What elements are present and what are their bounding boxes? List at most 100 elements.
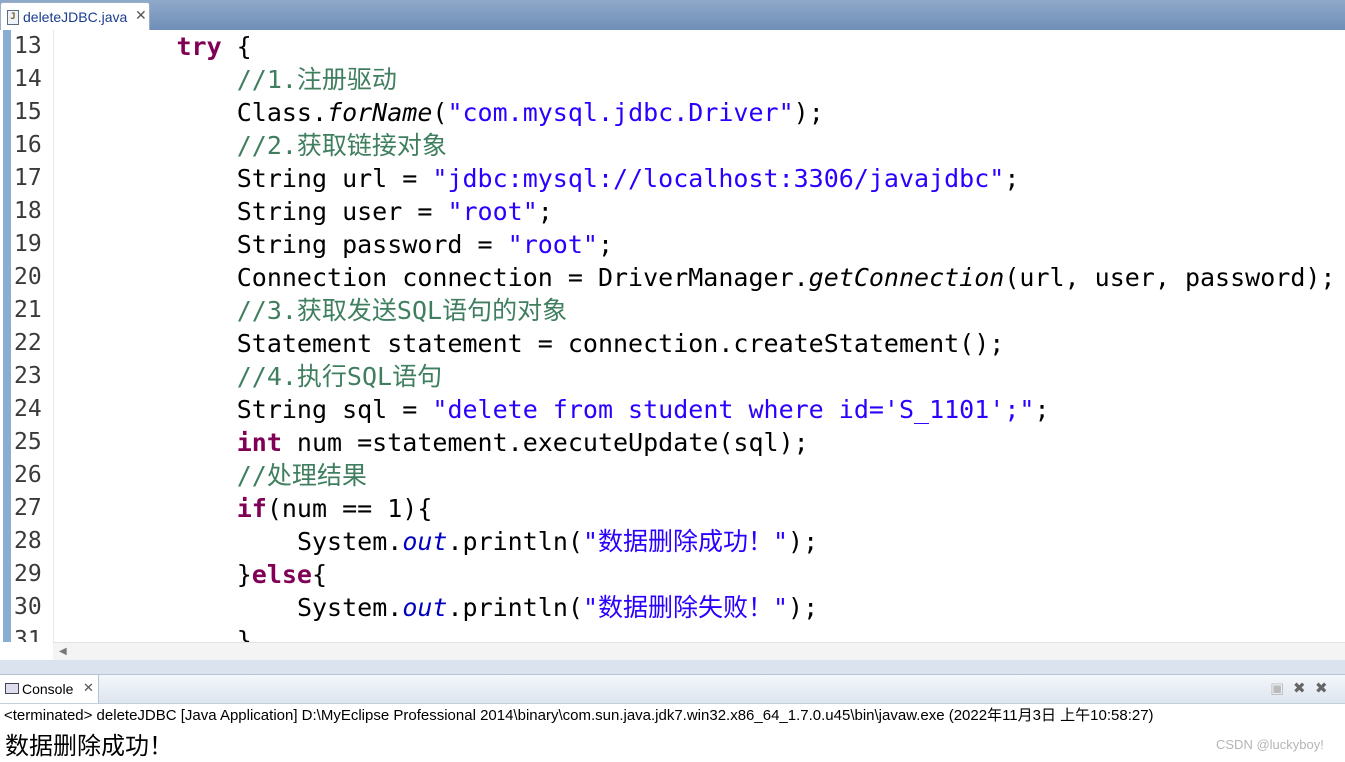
code-token: ); [793, 98, 824, 127]
close-icon[interactable]: ✕ [83, 680, 94, 696]
code-token: String user = [236, 197, 448, 226]
code-text: String password = "root"; [237, 228, 613, 261]
line-number: 26 [14, 462, 42, 488]
view-splitter[interactable] [0, 660, 1345, 674]
code-token: String sql = [236, 395, 433, 424]
code-token: else [251, 560, 312, 589]
line-number: 17 [14, 165, 42, 191]
line-number: 31 [14, 627, 42, 642]
console-icon [5, 683, 19, 694]
code-token: if [236, 494, 267, 523]
code-text: String url = "jdbc:mysql://localhost:330… [237, 162, 1020, 195]
code-token: getConnection [808, 263, 1005, 292]
code-token: } [236, 560, 252, 589]
code-text: //处理结果 [237, 459, 367, 492]
code-token: ); [788, 527, 819, 556]
code-token: forName [327, 98, 433, 127]
horizontal-scrollbar[interactable]: ◀ [53, 642, 1345, 661]
console-status-line: <terminated> deleteJDBC [Java Applicatio… [4, 707, 1154, 724]
code-text: Connection connection = DriverManager.ge… [237, 261, 1336, 294]
code-token: //3.获取发送SQL语句的对象 [236, 296, 568, 325]
code-token: (url, user, password); [1004, 263, 1336, 292]
line-number: 28 [14, 528, 42, 554]
code-token: Statement statement = connection.createS… [236, 329, 1005, 358]
line-number: 23 [14, 363, 42, 389]
code-token: ); [788, 593, 819, 622]
code-token: "数据删除失败！" [582, 593, 789, 622]
remove-all-terminated-icon[interactable]: ✖ [1315, 679, 1328, 697]
line-number: 20 [14, 264, 42, 290]
line-number: 21 [14, 297, 42, 323]
editor-tab-deletejdbc[interactable]: J deleteJDBC.java ✕ [0, 2, 150, 30]
console-tab[interactable]: Console ✕ [0, 675, 99, 703]
code-text: } [237, 624, 252, 642]
code-editor[interactable]: 13 try {14//1.注册驱动 15 Class.forName("com.my… [0, 30, 1345, 642]
code-text: }else{ [237, 558, 327, 591]
code-text: String sql = "delete from student where … [237, 393, 1050, 426]
line-number: 24 [14, 396, 42, 422]
terminate-icon[interactable]: ✖ [1293, 679, 1306, 697]
code-text: //3.获取发送SQL语句的对象 [237, 294, 567, 327]
editor-tab-bar: J deleteJDBC.java ✕ [0, 0, 1345, 31]
console-tab-label: Console [22, 681, 74, 697]
code-token: "root" [447, 197, 538, 226]
code-token: ; [537, 197, 553, 226]
code-token: String url = [236, 164, 433, 193]
code-token: System. [296, 527, 403, 556]
line-number: 13 [14, 33, 42, 59]
code-token: } [236, 626, 252, 642]
code-token: "root" [507, 230, 598, 259]
code-token: "com.mysql.jdbc.Driver" [447, 98, 794, 127]
close-icon[interactable]: ✕ [135, 7, 147, 24]
line-number: 15 [14, 99, 42, 125]
code-token: out [402, 593, 448, 622]
editor-tab-label: deleteJDBC.java [23, 9, 128, 25]
code-token: "数据删除成功！" [582, 527, 789, 556]
code-token: Class. [236, 98, 328, 127]
quick-diff-ruler [3, 30, 11, 642]
code-token: int [236, 428, 282, 457]
code-token: try [176, 32, 222, 61]
scroll-left-icon[interactable]: ◀ [59, 646, 67, 657]
code-token: out [402, 527, 448, 556]
code-token: .println( [447, 593, 583, 622]
code-token: { [312, 560, 328, 589]
java-file-icon: J [7, 10, 19, 25]
code-text: //1.注册驱动 [237, 63, 397, 96]
code-token: ; [597, 230, 614, 259]
line-number: 22 [14, 330, 42, 356]
code-text: try { [176, 30, 251, 63]
line-number: 14 [14, 66, 42, 92]
code-text: Statement statement = connection.createS… [237, 327, 1005, 360]
line-number: 16 [14, 132, 42, 158]
code-token: String password = [236, 230, 508, 259]
line-number: 25 [14, 429, 42, 455]
code-text: String user = "root"; [237, 195, 553, 228]
editor-gutter-divider [53, 30, 54, 642]
code-token: .println( [447, 527, 583, 556]
code-token: num =statement.executeUpdate(sql); [281, 428, 809, 457]
code-token: ; [1004, 164, 1020, 193]
console-view-bar: Console ✕ ▣ ✖ ✖ [0, 674, 1345, 704]
code-text: if(num == 1){ [237, 492, 433, 525]
code-token: //1.注册驱动 [236, 65, 397, 94]
code-token: //4.执行SQL语句 [236, 362, 443, 391]
line-number: 29 [14, 561, 42, 587]
code-text: //4.执行SQL语句 [237, 360, 442, 393]
code-token: "jdbc:mysql://localhost:3306/javajdbc" [432, 164, 1005, 193]
code-token: (num == 1){ [266, 494, 433, 523]
code-token: //处理结果 [236, 461, 367, 490]
code-text: int num =statement.executeUpdate(sql); [237, 426, 809, 459]
line-number: 19 [14, 231, 42, 257]
line-number: 27 [14, 495, 42, 521]
code-token: //2.获取链接对象 [236, 131, 447, 160]
code-text: //2.获取链接对象 [237, 129, 447, 162]
code-token: System. [296, 593, 403, 622]
line-number: 30 [14, 594, 42, 620]
code-text: System.out.println("数据删除失败！"); [297, 591, 818, 624]
code-token: "delete from student where id='S_1101';" [432, 395, 1035, 424]
watermark: CSDN @luckyboy! [1216, 737, 1324, 752]
code-token: ; [1034, 395, 1050, 424]
clear-console-icon[interactable]: ▣ [1270, 679, 1284, 697]
code-text: System.out.println("数据删除成功！"); [297, 525, 818, 558]
